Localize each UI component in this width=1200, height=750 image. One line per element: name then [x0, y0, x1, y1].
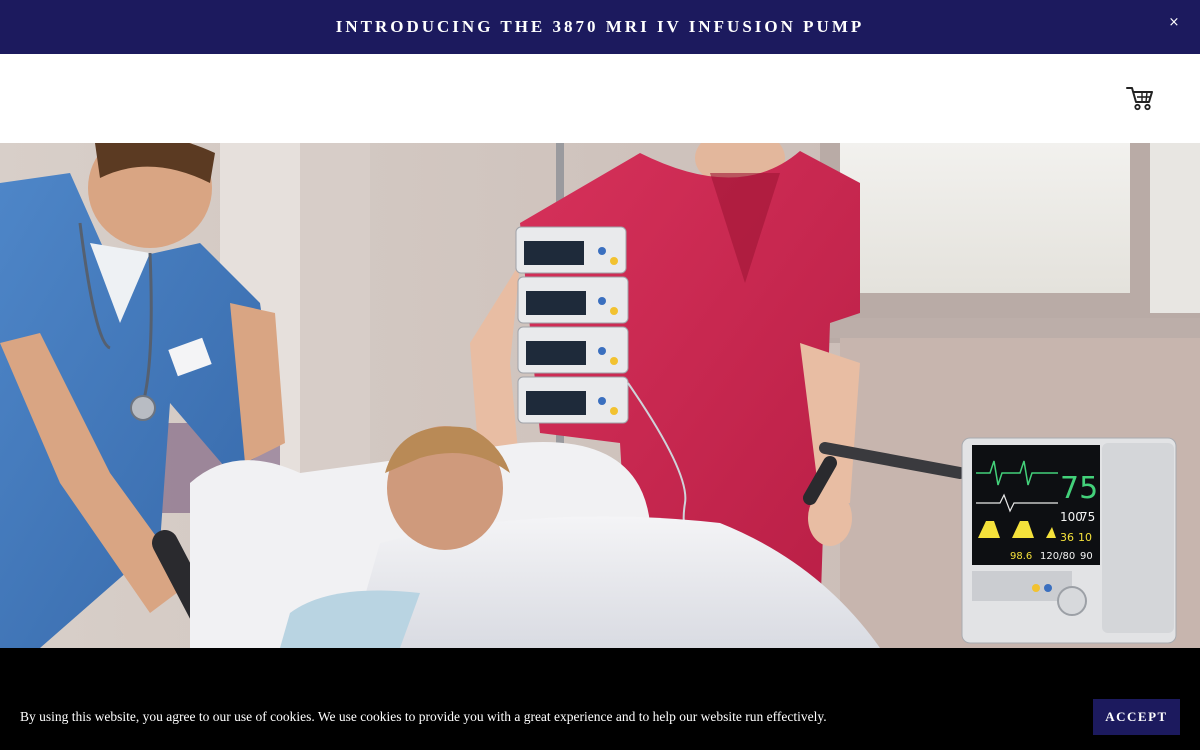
heart-rate-value: 75: [1060, 471, 1098, 506]
announcement-text[interactable]: INTRODUCING THE 3870 MRI IV INFUSION PUM…: [336, 17, 865, 37]
hero-image: 75 100 75 36 10 98.6 120/80 90: [0, 143, 1200, 648]
cookie-message: By using this website, you agree to our …: [20, 709, 827, 724]
bp-value: 120/80: [1040, 551, 1075, 562]
accept-cookies-button[interactable]: ACCEPT: [1093, 699, 1180, 735]
announcement-bar: INTRODUCING THE 3870 MRI IV INFUSION PUM…: [0, 0, 1200, 54]
shopping-cart-icon[interactable]: [1125, 84, 1155, 112]
cookie-banner: By using this website, you agree to our …: [0, 648, 1200, 750]
extra-value: 90: [1080, 551, 1093, 562]
resp-value: 10: [1078, 531, 1092, 544]
small-value: 36: [1060, 531, 1074, 544]
patient-monitor: 75 100 75 36 10 98.6 120/80 90: [961, 437, 1177, 644]
close-icon[interactable]: ×: [1164, 12, 1184, 32]
temp-value: 98.6: [1010, 551, 1032, 562]
pulse-value: 75: [1080, 510, 1095, 524]
site-header: [0, 54, 1200, 143]
